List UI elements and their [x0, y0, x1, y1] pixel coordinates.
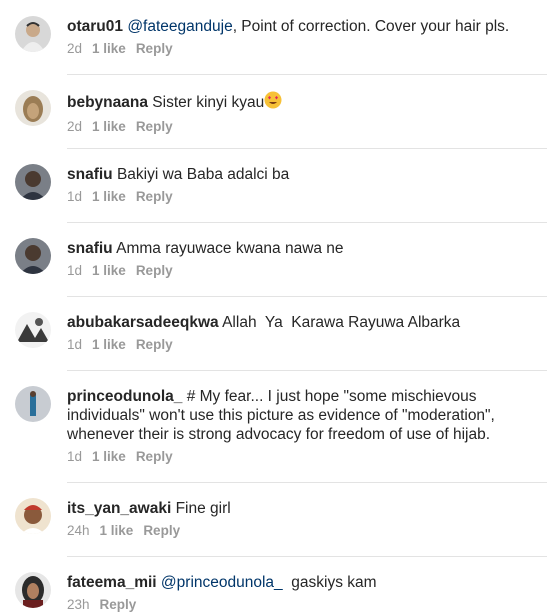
reply-button[interactable]: Reply — [136, 41, 173, 56]
comment-text: abubakarsadeeqkwa Allah Ya Karawa Rayuwa… — [67, 313, 533, 332]
comment-time: 1d — [67, 263, 83, 278]
comment-time: 1d — [67, 189, 83, 204]
like-count[interactable]: 1 like — [92, 263, 126, 278]
comment-text: bebynaana Sister kinyi kyau — [67, 91, 533, 114]
separator — [67, 556, 547, 557]
avatar[interactable] — [15, 572, 51, 608]
comment-meta: 1d 1 like Reply — [67, 448, 533, 466]
comment-text: snafiu Amma rayuwace kwana nawa ne — [67, 239, 533, 258]
reply-button[interactable]: Reply — [136, 449, 173, 464]
comment-body: Allah Ya Karawa Rayuwa Albarka — [218, 314, 461, 331]
reply-button[interactable]: Reply — [136, 337, 173, 352]
comment-time: 24h — [67, 523, 90, 538]
avatar[interactable] — [15, 16, 51, 52]
comment-username[interactable]: bebynaana — [67, 94, 148, 111]
comment-meta: 23h Reply — [67, 596, 533, 614]
comment-mention[interactable]: @fateeganduje — [127, 18, 232, 35]
avatar[interactable] — [15, 90, 51, 126]
separator — [67, 222, 547, 223]
comment-time: 23h — [67, 597, 90, 612]
comment-text: its_yan_awaki Fine girl — [67, 499, 533, 518]
comment-username[interactable]: abubakarsadeeqkwa — [67, 314, 219, 331]
heart-eyes-emoji-icon — [264, 91, 282, 114]
comment-username[interactable]: snafiu — [67, 166, 113, 183]
separator — [67, 148, 547, 149]
comment-text: fateema_mii @princeodunola_ gaskiys kam — [67, 573, 533, 592]
avatar[interactable] — [15, 238, 51, 274]
avatar[interactable] — [15, 312, 51, 348]
comment-username[interactable]: otaru01 — [67, 18, 123, 35]
reply-button[interactable]: Reply — [136, 189, 173, 204]
separator — [67, 370, 547, 371]
comment-body: Sister kinyi kyau — [147, 94, 265, 111]
separator — [67, 74, 547, 75]
comment-username[interactable]: princeodunola_ — [67, 388, 182, 405]
comment-body: Bakiyi wa Baba adalci ba — [112, 166, 290, 183]
comment-time: 1d — [67, 337, 83, 352]
reply-button[interactable]: Reply — [143, 523, 180, 538]
like-count[interactable]: 1 like — [92, 119, 126, 134]
separator — [67, 482, 547, 483]
comment-time: 2d — [67, 119, 83, 134]
comment-username[interactable]: its_yan_awaki — [67, 500, 171, 517]
like-count[interactable]: 1 like — [92, 449, 126, 464]
comment-body: Fine girl — [171, 500, 231, 517]
comment-username[interactable]: snafiu — [67, 240, 113, 257]
comment-meta: 1d 1 like Reply — [67, 336, 533, 354]
comment-body: Amma rayuwace kwana nawa ne — [112, 240, 344, 257]
reply-button[interactable]: Reply — [100, 597, 137, 612]
reply-button[interactable]: Reply — [136, 263, 173, 278]
comment-text: snafiu Bakiyi wa Baba adalci ba — [67, 165, 533, 184]
comment-body: gaskiys kam — [282, 574, 377, 591]
comment-meta: 1d 1 like Reply — [67, 188, 533, 206]
avatar[interactable] — [15, 164, 51, 200]
like-count[interactable]: 1 like — [92, 41, 126, 56]
avatar[interactable] — [15, 498, 51, 534]
like-count[interactable]: 1 like — [92, 337, 126, 352]
reply-button[interactable]: Reply — [136, 119, 173, 134]
comment-time: 2d — [67, 41, 83, 56]
comment-body: , Point of correction. Cover your hair p… — [232, 18, 510, 35]
comment-username[interactable]: fateema_mii — [67, 574, 157, 591]
like-count[interactable]: 1 like — [100, 523, 134, 538]
comment-mention[interactable]: @princeodunola_ — [161, 574, 283, 591]
comment-meta: 24h 1 like Reply — [67, 522, 533, 540]
like-count[interactable]: 1 like — [92, 189, 126, 204]
comment-text: princeodunola_ # My fear... I just hope … — [67, 387, 533, 444]
comment-meta: 2d 1 like Reply — [67, 118, 533, 136]
separator — [67, 296, 547, 297]
avatar[interactable] — [15, 386, 51, 422]
comment-text: otaru01 @fateeganduje, Point of correcti… — [67, 17, 533, 36]
comment-meta: 1d 1 like Reply — [67, 262, 533, 280]
comment-meta: 2d 1 like Reply — [67, 40, 533, 58]
comment-time: 1d — [67, 449, 83, 464]
